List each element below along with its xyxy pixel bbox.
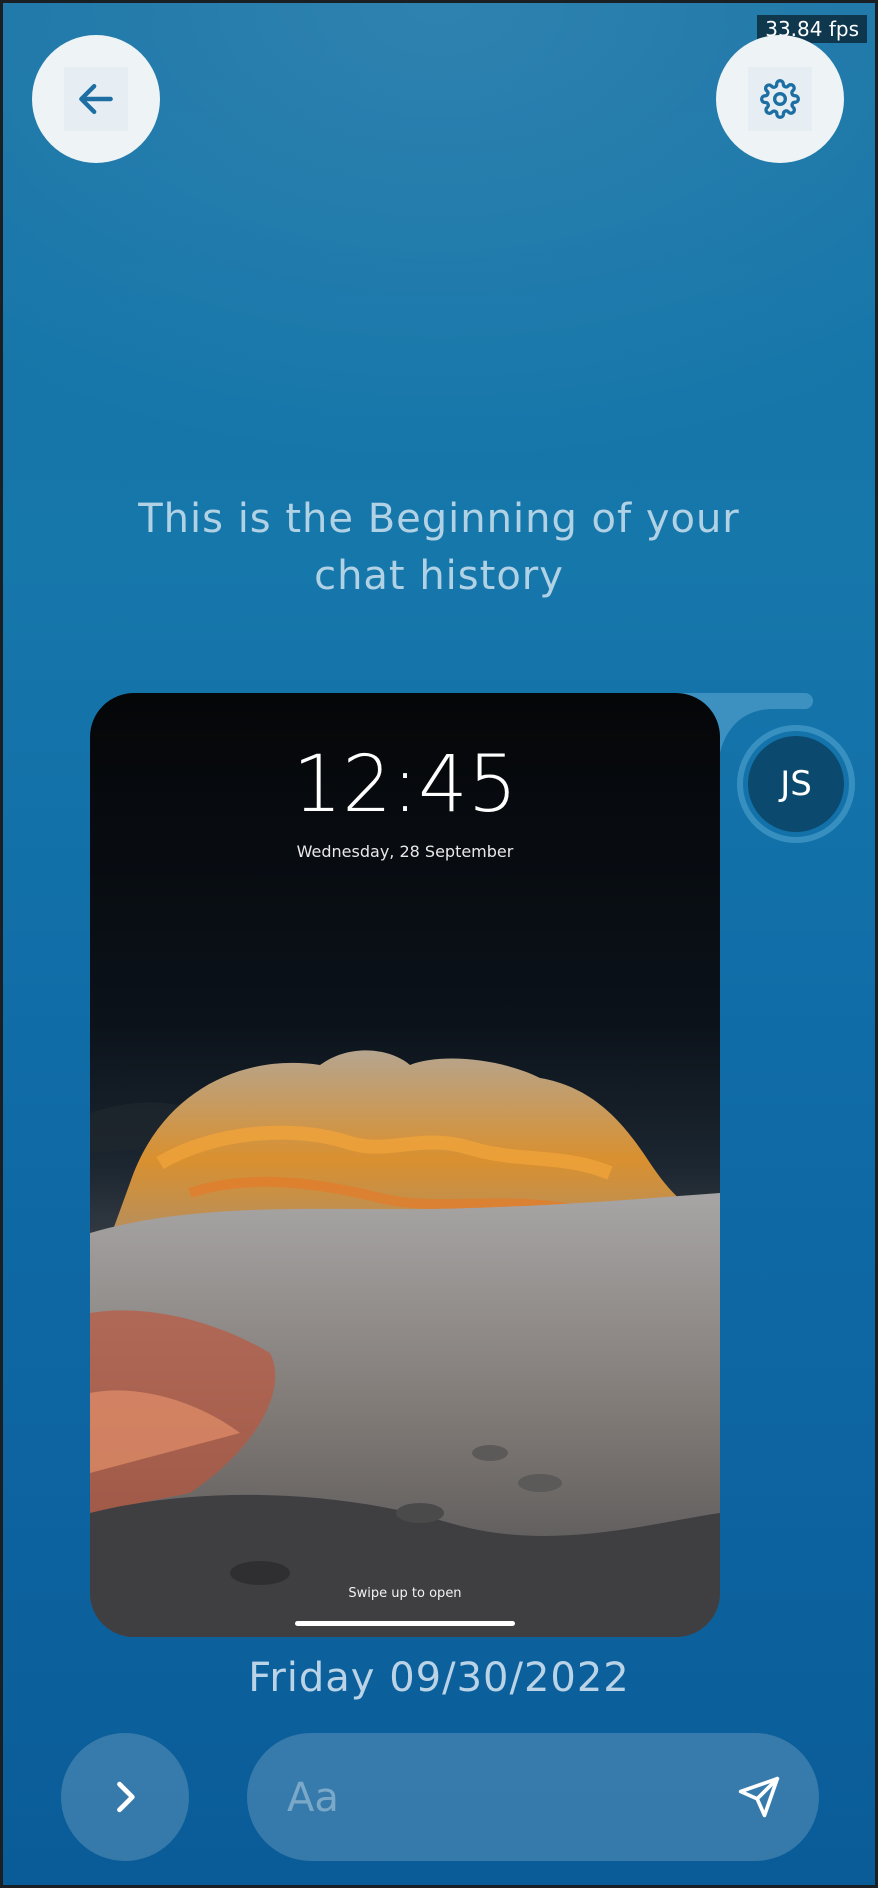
avatar[interactable]: JS <box>737 725 855 843</box>
avatar-initials: JS <box>748 736 844 832</box>
lockscreen-time: 12:45 <box>293 740 518 830</box>
message-date: Friday 09/30/2022 <box>248 1655 630 1701</box>
gear-icon <box>760 79 800 119</box>
history-line-1: This is the Beginning of your <box>138 496 740 542</box>
chat-screen: 33.84 fps This is the Beginning of your … <box>3 3 875 1885</box>
back-button[interactable] <box>32 35 160 163</box>
chevron-right-icon <box>117 1781 135 1813</box>
message-input[interactable] <box>285 1733 709 1863</box>
arrow-left-icon <box>79 83 113 115</box>
send-icon <box>738 1776 780 1818</box>
message-image-attachment[interactable]: 12:45 Wednesday, 28 September Swipe up t… <box>90 693 720 1637</box>
settings-button[interactable] <box>716 35 844 163</box>
send-button[interactable] <box>727 1765 791 1829</box>
lockscreen-date: Wednesday, 28 September <box>297 842 514 861</box>
chat-history-start-text: This is the Beginning of your chat histo… <box>3 491 875 605</box>
lock-screen-photo: 12:45 Wednesday, 28 September Swipe up t… <box>90 693 720 1637</box>
lockscreen-swipe-hint: Swipe up to open <box>348 1586 461 1601</box>
message-composer <box>247 1733 819 1863</box>
history-line-2: chat history <box>314 553 564 599</box>
expand-button[interactable] <box>61 1733 189 1861</box>
